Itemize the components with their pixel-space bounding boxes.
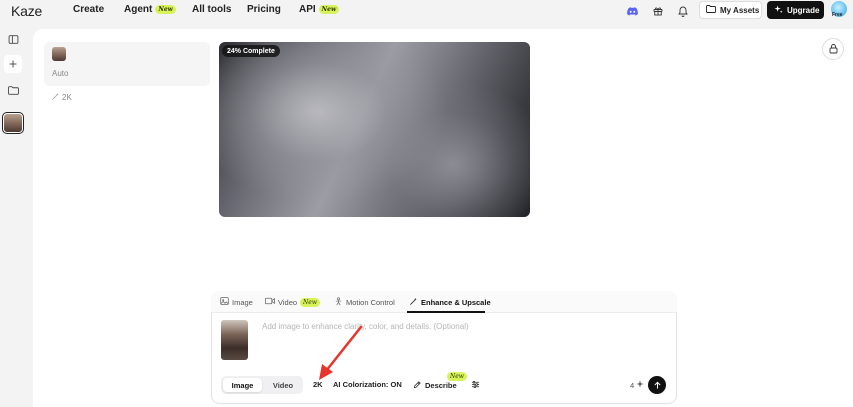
tab-image-label: Image [232, 297, 253, 307]
tab-enhance-upscale-label: Enhance & Upscale [421, 298, 491, 307]
lock-icon[interactable] [822, 38, 844, 60]
credit-cost: 4 [630, 380, 644, 390]
uploaded-image-thumbnail[interactable] [221, 320, 248, 360]
nav-all-tools-label: All tools [192, 4, 232, 15]
credit-cost-value: 4 [630, 380, 635, 390]
magic-wand-icon [409, 297, 418, 308]
gift-icon[interactable] [651, 4, 665, 18]
nav-create-label: Create [73, 4, 105, 15]
nav-create[interactable]: Create [73, 4, 104, 15]
brand-logo[interactable]: Kaze [11, 3, 42, 19]
toggle-video-option[interactable]: Video [264, 378, 302, 392]
tab-video-label: Video [278, 297, 298, 307]
motion-icon [334, 297, 343, 308]
nav-pricing-label: Pricing [247, 4, 281, 15]
nav-agent[interactable]: Agent New [124, 4, 176, 15]
folder-icon[interactable] [4, 81, 22, 99]
submit-button[interactable] [648, 376, 666, 394]
describe-label: Describe [425, 381, 457, 390]
my-assets-button[interactable]: My Assets [699, 1, 762, 19]
sparkle-icon [636, 380, 644, 390]
nav-pricing[interactable]: Pricing [247, 4, 281, 15]
new-badge: New [447, 372, 467, 381]
settings-resolution-label: 2K [62, 93, 72, 102]
magic-wand-icon [51, 92, 60, 103]
new-badge: New [300, 297, 320, 307]
arrow-up-icon [653, 381, 661, 389]
top-navigation: Kaze Create Agent New All tools Pricing … [0, 0, 853, 22]
upgrade-button[interactable]: Upgrade [767, 1, 824, 19]
folder-icon [706, 5, 716, 15]
portrait-image [4, 114, 22, 132]
image-icon [220, 297, 229, 307]
tab-motion-control[interactable]: Motion Control [334, 297, 395, 308]
tab-image[interactable]: Image [220, 297, 253, 307]
video-icon [265, 297, 275, 307]
sidebar-toggle-icon[interactable] [4, 30, 22, 48]
new-badge: New [155, 5, 176, 14]
nav-agent-label: Agent [124, 4, 153, 15]
progress-badge: 24% Complete [222, 45, 280, 57]
bell-icon[interactable] [676, 4, 690, 18]
describe-button[interactable]: Describe [413, 380, 457, 391]
prompt-input[interactable]: Add image to enhance clarity, color, and… [262, 322, 469, 331]
toggle-image-option[interactable]: Image [223, 378, 262, 392]
upgrade-label: Upgrade [787, 5, 820, 15]
pencil-icon [413, 380, 422, 391]
settings-mode: Auto [52, 69, 69, 78]
tab-video[interactable]: Video New [265, 297, 320, 307]
tab-enhance-upscale[interactable]: Enhance & Upscale [409, 297, 491, 308]
settings-resolution: 2K [51, 92, 72, 103]
generation-settings-card[interactable] [44, 42, 210, 86]
nav-api[interactable]: API New [299, 4, 340, 15]
nav-all-tools[interactable]: All tools [192, 4, 231, 15]
sparkle-icon [774, 4, 783, 16]
active-tab-indicator [407, 311, 485, 313]
plan-badge: Free [832, 12, 843, 18]
my-assets-label: My Assets [720, 5, 760, 15]
nav-api-label: API [299, 4, 316, 15]
discord-icon[interactable] [625, 4, 639, 18]
plus-icon[interactable] [4, 55, 22, 73]
ai-colorization-toggle[interactable]: AI Colorization: ON [333, 380, 402, 389]
recent-image-thumbnail[interactable] [2, 112, 24, 134]
settings-sliders-icon[interactable] [471, 380, 480, 389]
enhance-preview[interactable] [219, 42, 530, 217]
tab-motion-control-label: Motion Control [346, 298, 395, 307]
source-image-thumbnail [52, 47, 66, 61]
new-badge: New [318, 5, 340, 14]
resolution-selector[interactable]: 2K [313, 380, 323, 389]
